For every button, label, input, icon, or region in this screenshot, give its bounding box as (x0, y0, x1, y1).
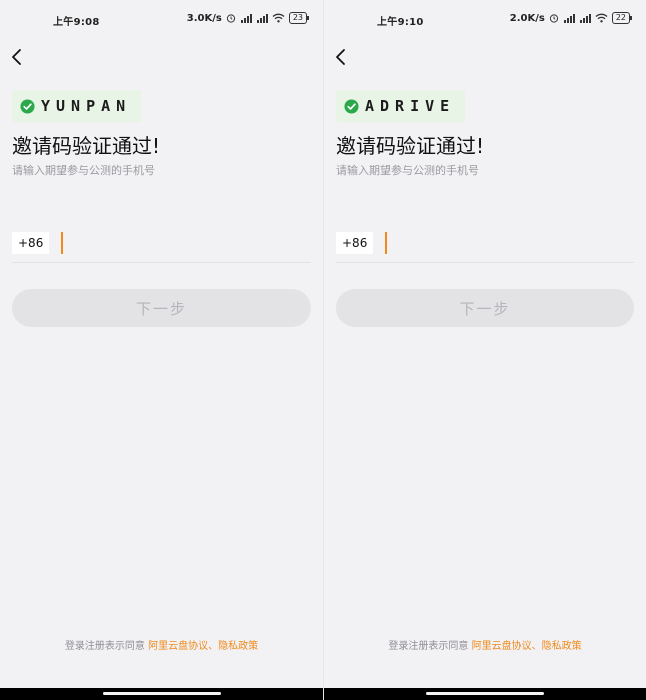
page-subtitle: 请输入期望参与公测的手机号 (12, 164, 155, 177)
status-bar: 上午9:08 3.0K/s 23 (0, 10, 323, 28)
next-step-button[interactable]: 下一步 (12, 289, 311, 327)
battery-icon: 23 (288, 12, 310, 24)
status-time: 上午9:10 (377, 17, 424, 28)
signal-icon (256, 14, 268, 23)
page-subtitle: 请输入期望参与公测的手机号 (336, 164, 479, 177)
privacy-policy-link[interactable]: 隐私政策 (542, 641, 582, 652)
check-circle-icon (20, 98, 35, 114)
page-title: 邀请码验证通过! (336, 134, 485, 158)
chevron-left-icon[interactable] (332, 46, 352, 68)
home-indicator[interactable] (102, 692, 221, 695)
phone-screen-right: 上午9:10 2.0K/s 22 ADRIVE 邀请码验证通过! 请输入期望参与… (323, 0, 646, 700)
status-icons: 3.0K/s 23 (186, 12, 310, 24)
screenshot-pair: 上午9:08 3.0K/s 23 YUNPAN 邀请码验证通过! 请输入期望参与… (0, 0, 646, 700)
phone-input[interactable] (58, 232, 306, 254)
page-title: 邀请码验证通过! (12, 134, 161, 158)
agreement-text: 登录注册表示同意 阿里云盘协议、隐私政策 (0, 637, 323, 652)
text-cursor (385, 232, 387, 254)
chevron-left-icon[interactable] (8, 46, 28, 68)
status-bar: 上午9:10 2.0K/s 22 (324, 10, 646, 28)
net-speed: 3.0K/s (186, 12, 222, 24)
signal-icon (563, 14, 575, 23)
agreement-prefix: 登录注册表示同意 (388, 641, 472, 652)
next-step-button[interactable]: 下一步 (336, 289, 634, 327)
phone-input[interactable] (382, 232, 630, 254)
check-circle-icon (344, 98, 359, 114)
navigation-bar (0, 688, 323, 700)
agreement-text: 登录注册表示同意 阿里云盘协议、隐私政策 (324, 637, 646, 652)
home-indicator[interactable] (426, 692, 544, 695)
country-code-selector[interactable]: +86 (336, 232, 374, 254)
alarm-icon (226, 14, 235, 23)
net-speed: 2.0K/s (509, 12, 545, 24)
brand-logo: YUNPAN (12, 90, 142, 122)
phone-screen-left: 上午9:08 3.0K/s 23 YUNPAN 邀请码验证通过! 请输入期望参与… (0, 0, 323, 700)
phone-number-field: +86 (336, 230, 634, 263)
agreement-separator: 、 (531, 641, 542, 652)
agreement-separator: 、 (208, 641, 219, 652)
aliyun-agreement-link[interactable]: 阿里云盘协议 (148, 641, 208, 652)
phone-number-field: +86 (12, 230, 311, 263)
brand-name: ADRIVE (365, 97, 456, 115)
brand-logo: ADRIVE (336, 90, 466, 122)
status-time: 上午9:08 (53, 17, 100, 28)
battery-icon: 22 (611, 12, 633, 24)
privacy-policy-link[interactable]: 隐私政策 (218, 641, 258, 652)
status-icons: 2.0K/s 22 (509, 12, 633, 24)
navigation-bar (324, 688, 646, 700)
wifi-icon (595, 13, 608, 23)
alarm-icon (549, 14, 558, 23)
text-cursor (61, 232, 63, 254)
signal-icon (240, 14, 252, 23)
country-code-selector[interactable]: +86 (12, 232, 50, 254)
wifi-icon (272, 13, 285, 23)
signal-icon (579, 14, 591, 23)
brand-name: YUNPAN (41, 97, 132, 115)
aliyun-agreement-link[interactable]: 阿里云盘协议 (472, 641, 532, 652)
agreement-prefix: 登录注册表示同意 (64, 641, 149, 652)
